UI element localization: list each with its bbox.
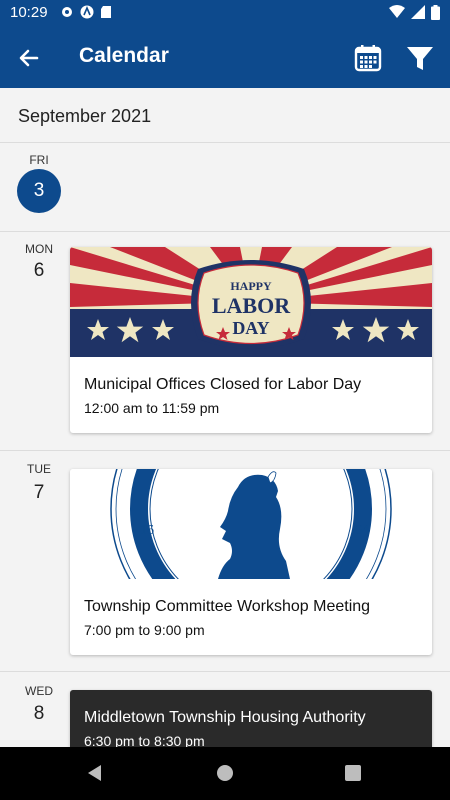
day-of-week: MON xyxy=(25,242,53,256)
day-group-tue-7: TUE 7 16 64 Township Committee Workshop … xyxy=(0,451,450,672)
banner-text-day: DAY xyxy=(232,318,269,338)
month-label: September 2021 xyxy=(18,106,152,126)
seal-year-right: 64 xyxy=(355,523,369,538)
event-time: 6:30 pm to 8:30 pm xyxy=(84,733,205,747)
day-of-week: WED xyxy=(25,684,53,698)
settings-gear-icon xyxy=(62,7,72,17)
event-title: Municipal Offices Closed for Labor Day xyxy=(84,376,362,393)
battery-icon xyxy=(431,5,440,20)
month-header: September 2021 xyxy=(0,88,450,143)
event-time: 7:00 pm to 9:00 pm xyxy=(84,622,205,638)
seal-year-left: 16 xyxy=(140,523,154,538)
system-nav-bar xyxy=(0,747,450,800)
status-bar: 10:29 xyxy=(0,0,450,26)
page-title: Calendar xyxy=(79,44,169,67)
day-of-week: FRI xyxy=(29,153,49,167)
day-group-wed-8: WED 8 Middletown Township Housing Author… xyxy=(0,672,450,747)
calendar-view-icon[interactable] xyxy=(352,42,384,74)
app-notification-icon xyxy=(80,5,94,19)
banner-text-happy: HAPPY xyxy=(230,279,272,293)
day-of-week: TUE xyxy=(27,462,51,476)
app-bar: Calendar xyxy=(0,26,450,88)
day-number: 7 xyxy=(33,482,45,503)
back-arrow-icon[interactable] xyxy=(14,43,44,73)
day-number: 8 xyxy=(33,703,45,724)
event-card-workshop-meeting[interactable]: 16 64 Township Committee Workshop Meetin… xyxy=(70,469,432,655)
event-title: Township Committee Workshop Meeting xyxy=(84,598,371,615)
event-time: 12:00 am to 11:59 pm xyxy=(84,400,220,416)
banner-text-labor: LABOR xyxy=(212,293,291,318)
nav-recents-icon[interactable] xyxy=(345,765,361,781)
day-number: 6 xyxy=(33,260,45,281)
township-seal-image: 16 64 xyxy=(70,469,432,579)
day-group-fri-3: FRI 3 xyxy=(0,143,450,232)
event-card-housing-authority[interactable]: Middletown Township Housing Authority 6:… xyxy=(70,690,432,747)
nav-back-icon[interactable] xyxy=(85,763,103,783)
event-card-labor-day[interactable]: HAPPY LABOR DAY Municipal Offices Closed… xyxy=(70,247,432,433)
today-date-badge[interactable]: 3 xyxy=(17,169,61,213)
wifi-icon xyxy=(389,5,405,18)
nav-home-icon[interactable] xyxy=(216,764,234,782)
labor-day-banner-image: HAPPY LABOR DAY xyxy=(70,247,432,357)
filter-icon[interactable] xyxy=(404,42,436,74)
day-group-mon-6: MON 6 HAPPY LABOR DAY Municipal Offices … xyxy=(0,232,450,451)
status-time: 10:29 xyxy=(10,4,48,21)
sd-card-icon xyxy=(101,6,111,18)
event-title: Middletown Township Housing Authority xyxy=(84,709,366,726)
signal-icon xyxy=(411,5,425,19)
